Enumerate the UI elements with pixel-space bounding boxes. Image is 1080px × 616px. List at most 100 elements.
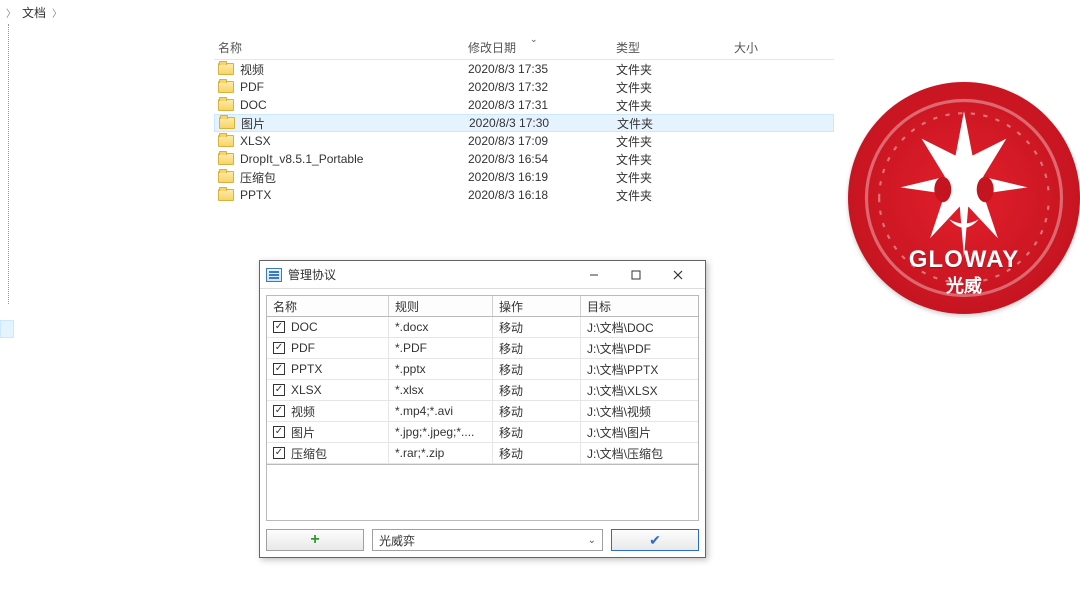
maximize-button[interactable] [615, 264, 657, 286]
dialog-footer: + 光威弈 ⌄ ✔ [266, 529, 699, 551]
rule-name: 压缩包 [291, 445, 327, 462]
folder-icon [218, 189, 234, 201]
file-name: XLSX [240, 134, 271, 148]
rule-row[interactable]: ✓压缩包*.rar;*.zip移动J:\文档\压缩包 [267, 443, 698, 464]
file-date: 2020/8/3 17:30 [469, 116, 617, 130]
rule-target: J:\文档\PDF [581, 338, 698, 358]
column-header-row: 名称 修改日期 ⌄ 类型 大小 [214, 36, 834, 60]
rule-pattern: *.xlsx [389, 380, 493, 400]
file-type: 文件夹 [616, 97, 734, 114]
manage-rules-dialog: 管理协议 名称 规则 操作 目标 ✓ DOC *.docx 移动 J:\文档\DOC ✓ P… [259, 260, 706, 558]
rule-checkbox[interactable]: ✓ [273, 384, 285, 396]
col-rule[interactable]: 规则 [389, 296, 493, 316]
rule-pattern: *.pptx [389, 359, 493, 379]
file-row[interactable]: 图片2020/8/3 17:30文件夹 [214, 114, 834, 132]
logo-brand-en: GLOWAY [909, 246, 1019, 274]
file-name: PDF [240, 80, 264, 94]
rule-checkbox[interactable]: ✓ [273, 426, 285, 438]
rule-name: DOC [291, 320, 318, 334]
column-header-name[interactable]: 名称 [214, 39, 468, 56]
file-date: 2020/8/3 17:31 [468, 98, 616, 112]
file-date: 2020/8/3 16:54 [468, 152, 616, 166]
list-icon [266, 268, 282, 282]
profile-select[interactable]: 光威弈 ⌄ [372, 529, 603, 551]
rule-checkbox[interactable]: ✓ [273, 342, 285, 354]
file-date: 2020/8/3 17:35 [468, 62, 616, 76]
rule-checkbox[interactable]: ✓ [273, 363, 285, 375]
rules-table-header: 名称 规则 操作 目标 [266, 295, 699, 317]
file-name: PPTX [240, 188, 271, 202]
rule-row[interactable]: ✓PDF*.PDF移动J:\文档\PDF [267, 338, 698, 359]
col-target[interactable]: 目标 [581, 296, 698, 316]
rule-pattern: *.mp4;*.avi [389, 401, 493, 421]
file-name: 压缩包 [240, 169, 276, 186]
file-type: 文件夹 [616, 169, 734, 186]
col-name[interactable]: 名称 [267, 296, 389, 316]
file-date: 2020/8/3 16:19 [468, 170, 616, 184]
plus-icon: + [310, 531, 319, 549]
minimize-button[interactable] [573, 264, 615, 286]
add-button[interactable]: + [266, 529, 364, 551]
check-icon: ✔ [649, 532, 661, 549]
file-row[interactable]: DOC 2020/8/3 17:31文件夹 [214, 96, 834, 114]
rule-row[interactable]: ✓XLSX*.xlsx移动J:\文档\XLSX [267, 380, 698, 401]
file-row[interactable]: 压缩包 2020/8/3 16:19文件夹 [214, 168, 834, 186]
column-header-date[interactable]: 修改日期 ⌄ [468, 39, 616, 56]
file-type: 文件夹 [616, 151, 734, 168]
rule-operation: 移动 [493, 422, 581, 442]
file-type: 文件夹 [616, 187, 734, 204]
file-row[interactable]: PPTX 2020/8/3 16:18文件夹 [214, 186, 834, 204]
file-row[interactable]: PDF2020/8/3 17:32文件夹 [214, 78, 834, 96]
folder-icon [218, 99, 234, 111]
column-header-type[interactable]: 类型 [616, 39, 734, 56]
rule-name: 视频 [291, 403, 315, 420]
rule-name: 图片 [291, 424, 315, 441]
chevron-right-icon: 〉 [52, 5, 62, 20]
file-type: 文件夹 [617, 115, 735, 132]
file-row[interactable]: 视频2020/8/3 17:35文件夹 [214, 60, 834, 78]
rule-name: PDF [291, 341, 315, 355]
profile-select-value: 光威弈 [379, 532, 415, 549]
folder-icon [218, 171, 234, 183]
rule-row[interactable]: ✓PPTX*.pptx移动J:\文档\PPTX [267, 359, 698, 380]
folder-icon [218, 63, 234, 75]
rule-pattern: *.jpg;*.jpeg;*.... [389, 422, 493, 442]
file-type: 文件夹 [616, 61, 734, 78]
watermark-badge: 值 [913, 568, 947, 602]
rule-row[interactable]: ✓视频*.mp4;*.avi移动J:\文档\视频 [267, 401, 698, 422]
folder-icon [218, 153, 234, 165]
file-date: 2020/8/3 16:18 [468, 188, 616, 202]
rule-row[interactable]: ✓ 图片 *.jpg;*.jpeg;*....移动J:\文档\图片 [267, 422, 698, 443]
column-header-date-label: 修改日期 [468, 41, 516, 55]
chevron-down-icon: ⌄ [588, 535, 596, 546]
rule-checkbox[interactable]: ✓ [273, 321, 285, 333]
rule-target: J:\文档\XLSX [581, 380, 698, 400]
breadcrumb-item[interactable]: 文档 [22, 4, 46, 21]
chevron-right-icon: 〉 [6, 5, 16, 20]
file-row[interactable]: DropIt_v8.5.1_Portable2020/8/3 16:54文件夹 [214, 150, 834, 168]
folder-icon [219, 117, 235, 129]
rule-pattern: *.docx [389, 317, 493, 337]
rule-target: J:\文档\DOC [581, 317, 698, 337]
rule-row[interactable]: ✓DOC*.docx移动J:\文档\DOC [267, 317, 698, 338]
rule-operation: 移动 [493, 401, 581, 421]
rule-checkbox[interactable]: ✓ [273, 405, 285, 417]
rules-table-empty-area [266, 465, 699, 521]
file-row[interactable]: XLSX2020/8/3 17:09文件夹 [214, 132, 834, 150]
column-header-size[interactable]: 大小 [734, 39, 814, 56]
breadcrumb[interactable]: 〉 文档 〉 [0, 2, 62, 22]
rule-target: J:\文档\图片 [581, 422, 698, 442]
col-op[interactable]: 操作 [493, 296, 581, 316]
rule-checkbox[interactable]: ✓ [273, 447, 285, 459]
dialog-titlebar[interactable]: 管理协议 [260, 261, 705, 289]
nav-tree-fragment [0, 24, 16, 344]
logo-brand-cn: 光威 [946, 272, 982, 298]
file-date: 2020/8/3 17:09 [468, 134, 616, 148]
rule-target: J:\文档\压缩包 [581, 443, 698, 463]
folder-icon [218, 81, 234, 93]
rule-name: PPTX [291, 362, 322, 376]
close-button[interactable] [657, 264, 699, 286]
tree-selected-node[interactable] [0, 320, 14, 338]
file-name: DOC [240, 98, 267, 112]
ok-button[interactable]: ✔ [611, 529, 699, 551]
